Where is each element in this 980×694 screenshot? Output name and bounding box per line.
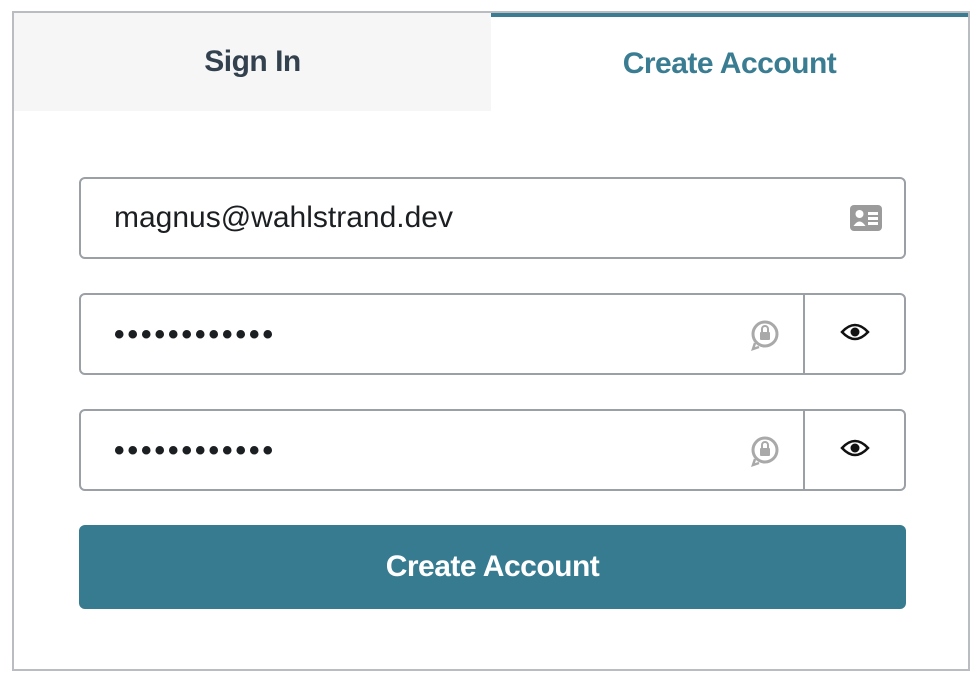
password-visibility-toggle[interactable] (803, 295, 904, 373)
eye-icon (839, 322, 870, 347)
password-generator-icon[interactable] (741, 426, 789, 474)
password-input-value[interactable]: •••••••••••• (81, 316, 741, 352)
create-account-button[interactable]: Create Account (79, 525, 906, 609)
contact-card-icon[interactable] (842, 194, 890, 242)
create-account-button-label: Create Account (385, 550, 600, 583)
password-generator-icon[interactable] (741, 310, 789, 358)
password-field[interactable]: •••••••••••• (79, 293, 906, 375)
email-input-value[interactable]: magnus@wahlstrand.dev (81, 201, 842, 235)
email-field[interactable]: magnus@wahlstrand.dev (79, 177, 906, 259)
confirm-password-visibility-toggle[interactable] (803, 411, 904, 489)
tab-create-account[interactable]: Create Account (491, 13, 968, 111)
tab-sign-in-label: Sign In (204, 45, 301, 78)
eye-icon (839, 438, 870, 463)
confirm-password-input-value[interactable]: •••••••••••• (81, 432, 741, 468)
tab-create-account-label: Create Account (622, 47, 837, 80)
tab-sign-in[interactable]: Sign In (14, 13, 491, 111)
auth-tabs: Sign In Create Account (14, 13, 968, 111)
auth-card: Sign In Create Account magnus@wahlstrand… (12, 11, 970, 671)
confirm-password-field[interactable]: •••••••••••• (79, 409, 906, 491)
